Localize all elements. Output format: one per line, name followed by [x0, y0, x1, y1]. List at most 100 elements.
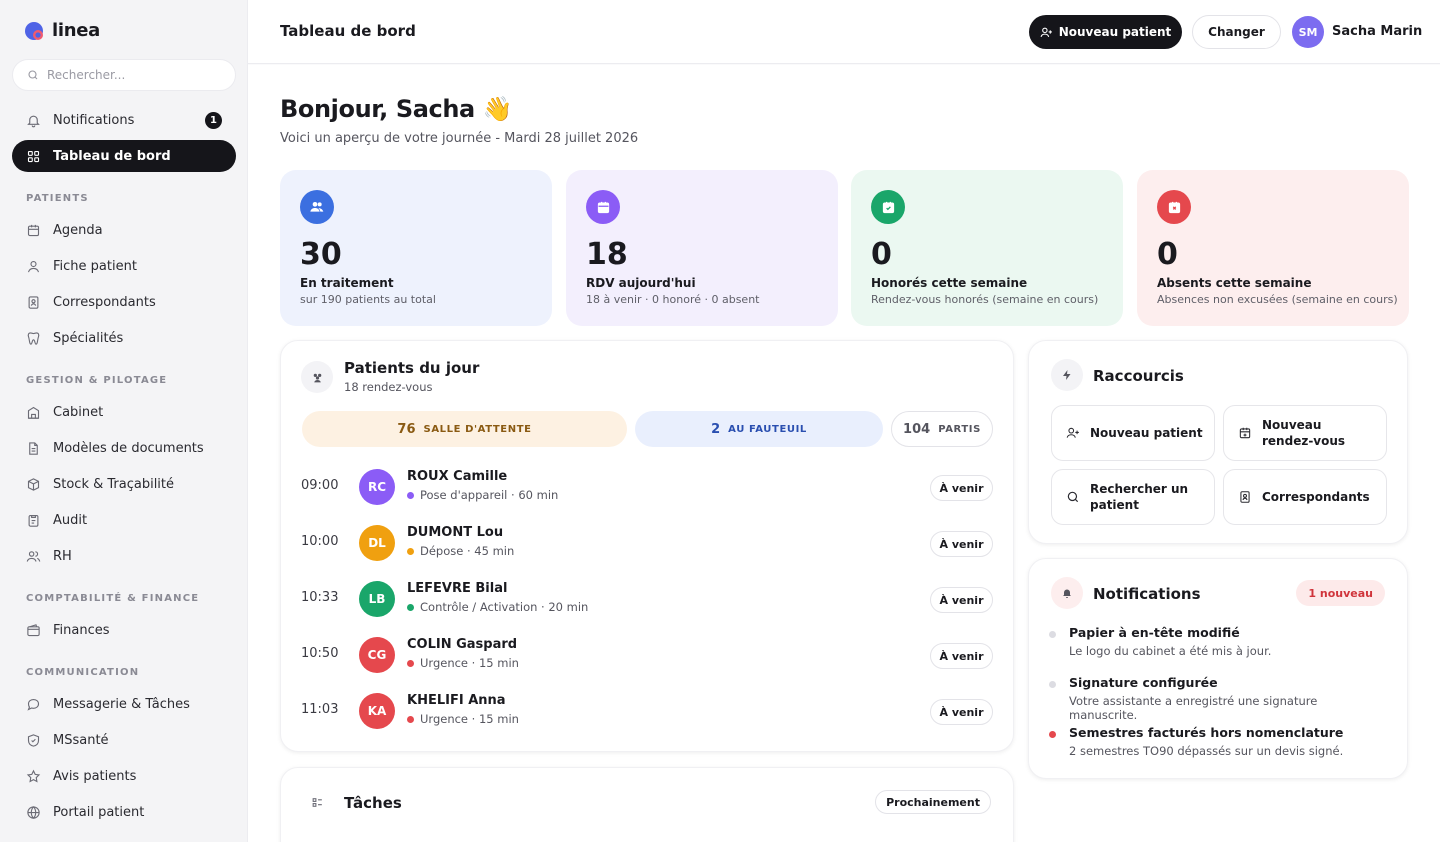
- section-label-patients: PATIENTS: [26, 193, 89, 204]
- shortcut-label: Nouveau rendez-vous: [1262, 418, 1346, 448]
- grid-icon: [27, 150, 40, 162]
- pill-count: 2: [711, 421, 721, 437]
- patient-name: KHELIFI Anna: [407, 693, 506, 708]
- sidebar-item-correspondants[interactable]: Correspondants: [12, 286, 236, 318]
- patient-name: LEFEVRE Bilal: [407, 581, 508, 596]
- sidebar-item-messagerie[interactable]: Messagerie & Tâches: [12, 688, 236, 720]
- notifications-card: Notifications 1 nouveau Papier à en-tête…: [1028, 558, 1408, 779]
- new-patient-button[interactable]: Nouveau patient: [1029, 15, 1182, 49]
- users-icon: [300, 190, 334, 224]
- change-button[interactable]: Changer: [1192, 15, 1281, 49]
- patient-name: DUMONT Lou: [407, 525, 504, 540]
- sidebar-item-avis-patients[interactable]: Avis patients: [12, 760, 236, 792]
- patient-name: ROUX Camille: [407, 469, 508, 484]
- type-dot: [407, 547, 414, 555]
- notification-item[interactable]: Signature configurée Votre assistante a …: [1049, 675, 1389, 722]
- sidebar-item-mssante[interactable]: MSsanté: [12, 724, 236, 756]
- sidebar-item-specialites[interactable]: Spécialités: [12, 322, 236, 354]
- notification-title: Signature configurée: [1069, 675, 1218, 690]
- sidebar-item-cabinet[interactable]: Cabinet: [12, 396, 236, 428]
- type-dot: [407, 659, 414, 667]
- search-icon: [1067, 491, 1079, 503]
- clipboard-icon: [28, 514, 39, 527]
- status-badge[interactable]: À venir: [930, 531, 993, 557]
- left-pill[interactable]: 104 PARTIS: [891, 411, 993, 447]
- sidebar-item-dashboard[interactable]: Tableau de bord: [12, 140, 236, 172]
- sidebar-item-label: Notifications: [53, 112, 135, 128]
- shortcut-search-patient[interactable]: Rechercher un patient: [1051, 469, 1215, 525]
- sidebar-item-audit[interactable]: Audit: [12, 504, 236, 536]
- avatar[interactable]: SM: [1292, 16, 1324, 48]
- pill-count: 104: [903, 421, 931, 437]
- stat-subtext: sur 190 patients au total: [300, 293, 436, 306]
- type-dot: [407, 603, 414, 611]
- sidebar-item-label: Modèles de documents: [53, 440, 204, 456]
- sidebar-item-fiche-patient[interactable]: Fiche patient: [12, 250, 236, 282]
- stat-card-rdv[interactable]: 18 RDV aujourd'hui 18 à venir · 0 honoré…: [566, 170, 838, 326]
- search-icon: [28, 70, 38, 80]
- sidebar-item-modeles-documents[interactable]: Modèles de documents: [12, 432, 236, 464]
- notification-dot: [1049, 681, 1056, 688]
- lightning-icon: [1051, 359, 1083, 391]
- in-chair-pill[interactable]: 2 AU FAUTEUIL: [635, 411, 883, 447]
- new-patient-label: Nouveau patient: [1058, 25, 1172, 39]
- appointment-row[interactable]: 10:33 LB LEFEVRE Bilal Contrôle / Activa…: [301, 572, 993, 628]
- card-title: Notifications: [1093, 585, 1201, 603]
- sidebar-item-portail-patient[interactable]: Portail patient: [12, 796, 236, 828]
- brand-logo[interactable]: linea: [24, 20, 100, 41]
- shortcut-new-patient[interactable]: Nouveau patient: [1051, 405, 1215, 461]
- status-badge[interactable]: À venir: [930, 699, 993, 725]
- status-badge[interactable]: À venir: [930, 587, 993, 613]
- notification-text: 2 semestres TO90 dépassés sur un devis s…: [1069, 744, 1344, 758]
- greeting-title: Bonjour, Sacha 👋: [280, 95, 513, 123]
- appointment-row[interactable]: 10:50 CG COLIN Gaspard Urgence · 15 min …: [301, 628, 993, 684]
- user-name[interactable]: Sacha Marin: [1332, 24, 1422, 39]
- stat-card-en-traitement[interactable]: 30 En traitement sur 190 patients au tot…: [280, 170, 552, 326]
- appointment-type: Urgence · 15 min: [420, 712, 519, 726]
- notification-dot: [1049, 731, 1056, 738]
- sidebar-item-label: Correspondants: [53, 294, 156, 310]
- appointment-row[interactable]: 11:03 KA KHELIFI Anna Urgence · 15 min À…: [301, 684, 993, 740]
- chat-icon: [27, 698, 40, 711]
- stat-card-honores[interactable]: 0 Honorés cette semaine Rendez-vous hono…: [851, 170, 1123, 326]
- sidebar-item-rh[interactable]: RH: [12, 540, 236, 572]
- appointment-time: 10:00: [301, 534, 339, 549]
- notification-item[interactable]: Papier à en-tête modifié Le logo du cabi…: [1049, 625, 1389, 658]
- shortcut-new-appointment[interactable]: Nouveau rendez-vous: [1223, 405, 1387, 461]
- appointment-row[interactable]: 09:00 RC ROUX Camille Pose d'appareil · …: [301, 460, 993, 516]
- user-icon: [27, 260, 40, 272]
- status-badge[interactable]: À venir: [930, 643, 993, 669]
- type-dot: [407, 491, 414, 499]
- star-icon: [26, 769, 41, 782]
- notification-item[interactable]: Semestres facturés hors nomenclature 2 s…: [1049, 725, 1389, 758]
- sidebar-item-agenda[interactable]: Agenda: [12, 214, 236, 246]
- status-badge[interactable]: À venir: [930, 475, 993, 501]
- page-title: Tableau de bord: [280, 22, 416, 40]
- user-plus-icon: [1040, 27, 1052, 37]
- patients-du-jour-card: Patients du jour 18 rendez-vous 76 SALLE…: [280, 340, 1014, 752]
- stat-value: 30: [300, 237, 342, 272]
- waiting-room-pill[interactable]: 76 SALLE D'ATTENTE: [302, 411, 627, 447]
- stat-card-absents[interactable]: 0 Absents cette semaine Absences non exc…: [1137, 170, 1409, 326]
- sidebar-item-label: Fiche patient: [53, 258, 137, 274]
- sidebar-item-label: Tableau de bord: [53, 148, 171, 164]
- sidebar-item-label: Messagerie & Tâches: [53, 696, 190, 712]
- appointment-row[interactable]: 10:00 DL DUMONT Lou Dépose · 45 min À ve…: [301, 516, 993, 572]
- tasks-card: Tâches Prochainement: [280, 767, 1014, 842]
- sidebar-item-finances[interactable]: Finances: [12, 614, 236, 646]
- stat-subtext: Rendez-vous honorés (semaine en cours): [871, 293, 1099, 306]
- sidebar-item-stock[interactable]: Stock & Traçabilité: [12, 468, 236, 500]
- bell-icon: [1051, 577, 1083, 609]
- appointment-detail: Urgence · 15 min: [407, 656, 519, 670]
- search-input[interactable]: Rechercher...: [12, 59, 236, 91]
- stat-label: Absents cette semaine: [1157, 276, 1312, 290]
- card-title: Tâches: [344, 794, 402, 812]
- shield-icon: [27, 733, 40, 747]
- avatar: KA: [359, 693, 395, 729]
- pill-label: AU FAUTEUIL: [728, 423, 807, 435]
- stat-subtext: Absences non excusées (semaine en cours): [1157, 293, 1398, 306]
- contact-card-icon: [28, 295, 39, 309]
- sidebar-item-notifications[interactable]: Notifications 1: [12, 104, 236, 136]
- tooth-icon: [27, 331, 40, 345]
- shortcut-correspondants[interactable]: Correspondants: [1223, 469, 1387, 525]
